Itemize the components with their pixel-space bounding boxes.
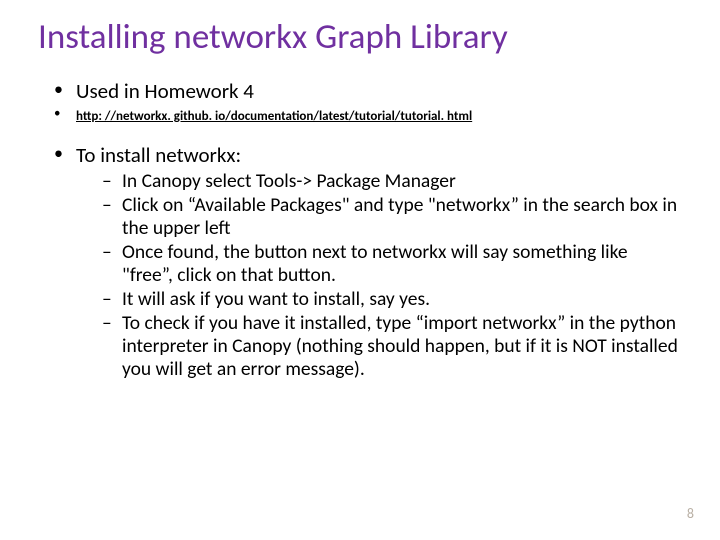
step-item: To check if you have it installed, type …: [102, 312, 682, 381]
page-number: 8: [687, 505, 694, 522]
step-item: Once found, the button next to networkx …: [102, 241, 682, 287]
spacer: [38, 127, 682, 143]
tutorial-link[interactable]: http: //networkx. github. io/documentati…: [76, 109, 472, 124]
step-item: Click on “Available Packages" and type "…: [102, 194, 682, 240]
sub-list: In Canopy select Tools-> Package Manager…: [102, 170, 682, 381]
step-item: It will ask if you want to install, say …: [102, 288, 682, 311]
bullet-text: Used in Homework 4: [76, 78, 254, 104]
bullet-text: To install networkx:: [76, 142, 241, 168]
bullet-list-2: To install networkx: In Canopy select To…: [54, 143, 682, 381]
bullet-used-in: Used in Homework 4: [54, 79, 682, 104]
slide: Installing networkx Graph Library Used i…: [0, 0, 720, 540]
step-item: In Canopy select Tools-> Package Manager: [102, 170, 682, 193]
bullet-url: http: //networkx. github. io/documentati…: [54, 106, 682, 125]
bullet-install: To install networkx: In Canopy select To…: [54, 143, 682, 381]
slide-title: Installing networkx Graph Library: [38, 18, 682, 57]
bullet-list: Used in Homework 4 http: //networkx. git…: [54, 79, 682, 125]
